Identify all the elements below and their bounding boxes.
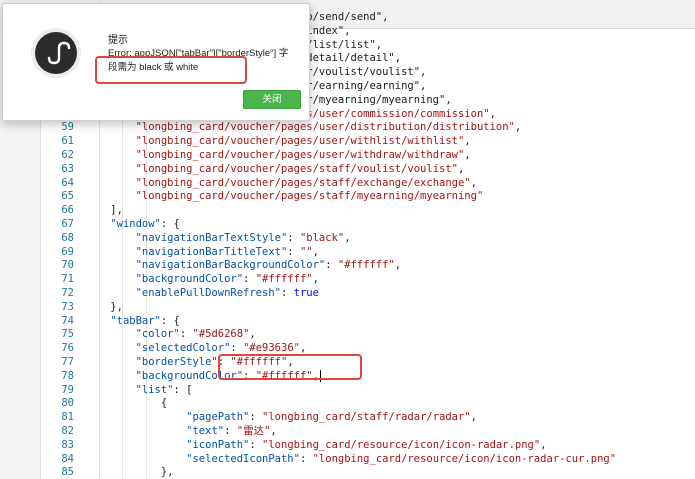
code-text: "longbing_card/voucher/pages/user/withdr… — [135, 149, 471, 161]
code-text: "color": "#5d6268", — [135, 328, 256, 341]
code-text: "text": "雷达", — [186, 425, 277, 437]
code-text: "longbing_card/voucher/pages/user/withli… — [135, 135, 471, 148]
code-text: "backgroundColor": "#ffffff", — [135, 273, 319, 286]
code-text: "longbing_card/voucher/pages/staff/vouli… — [135, 162, 465, 175]
line-number: 63 — [61, 162, 74, 175]
line-number: 80 — [61, 397, 74, 410]
line-number: 74 — [61, 314, 74, 327]
line-number: 73 — [61, 300, 74, 313]
line-number: 59 — [61, 121, 74, 134]
code-text: "navigationBarTextStyle": "black", — [135, 231, 351, 244]
code-text: "longbing_card/voucher/pages/user/distri… — [135, 121, 522, 134]
code-text: "selectedColor": "#e93636", — [135, 342, 307, 355]
line-number: 78 — [61, 369, 74, 382]
dialog-message-line1: Error: appJSON["tabBar"]["borderStyle"] … — [108, 48, 289, 59]
line-number: 81 — [61, 411, 74, 424]
code-text: "selectedIconPath": "longbing_card/resou… — [186, 452, 617, 465]
line-number: 66 — [61, 204, 74, 217]
line-number: 61 — [61, 135, 74, 148]
line-number: 79 — [61, 383, 74, 396]
code-text: "backgroundColor": "#ffffff", — [135, 369, 321, 382]
line-number: 84 — [61, 452, 74, 465]
line-number: 67 — [61, 218, 74, 230]
code-text: }, — [85, 466, 174, 479]
close-button[interactable]: 关闭 — [243, 90, 301, 109]
line-number: 62 — [61, 149, 74, 161]
dialog-title: 提示 — [108, 35, 128, 46]
dialog-message: Error: appJSON["tabBar"]["borderStyle"] … — [108, 47, 303, 75]
miniprogram-icon — [31, 28, 81, 78]
code-text: "longbing_card/voucher/pages/staff/excha… — [135, 176, 477, 189]
line-number: 76 — [61, 342, 74, 355]
line-number: 85 — [61, 466, 74, 479]
text-cursor — [319, 369, 321, 382]
code-text: "pagePath": "longbing_card/staff/radar/r… — [186, 411, 477, 424]
code-text: "iconPath": "longbing_card/resource/icon… — [186, 438, 547, 451]
line-number: 64 — [61, 176, 74, 189]
code-text: "borderStyle": "#ffffff", — [135, 356, 294, 368]
line-number: 70 — [61, 259, 74, 272]
code-text: "window": { — [110, 218, 180, 230]
line-number: 68 — [61, 231, 74, 244]
line-number: 72 — [61, 287, 74, 299]
error-dialog: 提示 Error: appJSON["tabBar"]["borderStyle… — [2, 3, 310, 121]
code-text: }, — [85, 300, 123, 313]
code-text: "longbing_card/voucher/pages/staff/myear… — [135, 190, 484, 203]
code-text: "tabBar": { — [110, 314, 180, 327]
line-number: 65 — [61, 190, 74, 203]
code-text: "list": [ — [135, 383, 193, 396]
line-number: 75 — [61, 328, 74, 341]
dialog-message-line2: 段需为 black 或 white — [108, 62, 199, 73]
line-number: 77 — [61, 356, 74, 368]
line-number: 82 — [61, 425, 74, 437]
code-text: "navigationBarTitleText": "", — [135, 245, 319, 258]
line-number: 83 — [61, 438, 74, 451]
code-text: "enablePullDownRefresh": true — [135, 287, 319, 299]
code-text: ], — [85, 204, 123, 217]
line-number: 71 — [61, 273, 74, 286]
line-number: 69 — [61, 245, 74, 258]
code-text: { — [85, 397, 168, 410]
code-text: "navigationBarBackgroundColor": "#ffffff… — [135, 259, 402, 272]
